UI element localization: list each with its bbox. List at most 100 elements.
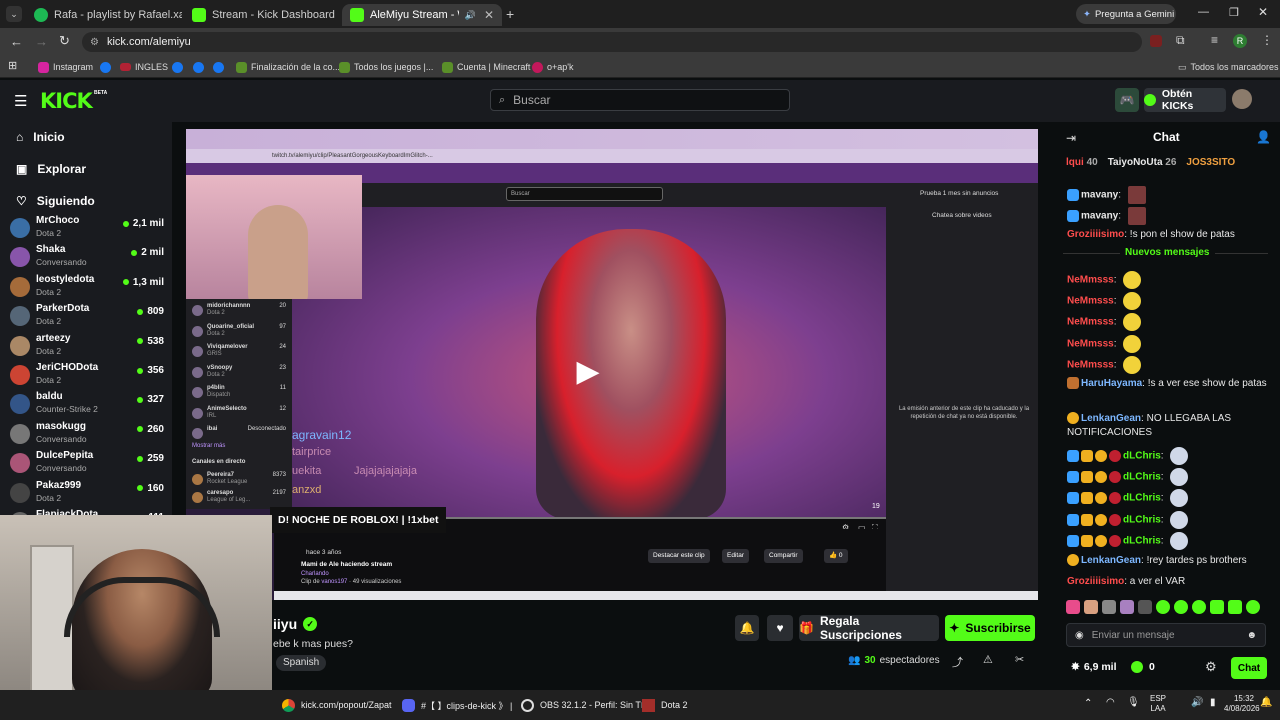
emote-icon[interactable] — [1120, 600, 1134, 614]
apps-icon[interactable]: ⊞ — [8, 59, 17, 72]
menu-icon[interactable]: ⋮ — [1261, 33, 1273, 47]
new-tab-button[interactable]: + — [506, 6, 514, 22]
forward-icon[interactable]: → — [35, 34, 48, 49]
share-icon[interactable]: ⤴ — [952, 654, 963, 670]
bookmark-oapk[interactable]: o+ap'k — [532, 58, 574, 76]
chat-message[interactable]: Groziiiisimo: !s pon el show de patas — [1067, 228, 1272, 242]
bookmark-instagram[interactable]: Instagram — [38, 58, 93, 76]
edit-clip-button[interactable]: Editar — [722, 549, 749, 563]
chat-message[interactable]: NeMmsss: — [1067, 292, 1272, 310]
gift-icon-button[interactable]: 🎮 — [1115, 88, 1139, 112]
bookmark-ingles[interactable]: INGLES — [120, 58, 168, 76]
tab-spotify[interactable]: Rafa - playlist by Rafael.xared | ✕ — [26, 4, 182, 26]
emote-icon[interactable] — [1102, 600, 1116, 614]
address-bar[interactable]: ⚙ kick.com/alemiyu — [82, 32, 1142, 52]
bookmark-juegos[interactable]: Todos los juegos |... — [339, 58, 433, 76]
chat-username[interactable]: LenkanGean — [1081, 413, 1141, 424]
menu-icon[interactable]: ☰ — [14, 92, 27, 110]
nav-siguiendo[interactable]: ♡ Siguiendo — [16, 191, 95, 211]
facebook-icon[interactable] — [100, 62, 111, 73]
taskbar-chrome[interactable]: kick.com/popout/Zapat — [282, 697, 392, 713]
volume-icon[interactable]: 🔊 — [1191, 697, 1203, 708]
nav-explorar[interactable]: ▣ Explorar — [16, 159, 86, 179]
tab-list-button[interactable]: ⌄ — [6, 6, 22, 22]
collapse-chat-icon[interactable]: ⇥ — [1066, 131, 1076, 145]
profile-avatar[interactable]: R — [1233, 34, 1247, 48]
tab-kick-dashboard[interactable]: Stream - Kick Dashboard ✕ — [184, 4, 340, 26]
kicks-balance[interactable]: ✸ 6,9 mil — [1071, 661, 1117, 673]
chat-settings-icon[interactable]: ⚙ — [1205, 659, 1217, 675]
media-icon[interactable]: ≡ — [1211, 33, 1218, 47]
sidebar-channel[interactable]: baldu Counter-Strike 2 327 — [10, 391, 164, 420]
emote-icon[interactable] — [1084, 600, 1098, 614]
sidebar-channel[interactable]: JeriCHODota Dota 2 356 — [10, 362, 164, 391]
language-tag[interactable]: Spanish — [276, 655, 327, 671]
get-kicks-button[interactable]: Obtén KICKs — [1144, 88, 1226, 112]
gift-subs-button[interactable]: 🎁 Regala Suscripciones — [799, 614, 939, 642]
emote-icon[interactable] — [1138, 600, 1152, 614]
chat-username[interactable]: dLChris — [1123, 451, 1161, 462]
chat-message[interactable]: HaruHayama: !s a ver ese show de patas — [1067, 377, 1272, 391]
reload-icon[interactable]: ↻ — [59, 33, 70, 49]
wifi-icon[interactable]: ◠ — [1106, 697, 1115, 708]
maximize-button[interactable]: ❐ — [1229, 6, 1239, 19]
battery-icon[interactable]: ▮ — [1210, 697, 1216, 708]
chat-message[interactable]: dLChris: — [1067, 511, 1272, 529]
chat-username[interactable]: HaruHayama — [1081, 378, 1142, 389]
emote-icon[interactable] — [1174, 600, 1188, 614]
subscribe-button[interactable]: ✦ Suscribirse — [945, 615, 1035, 641]
emote-icon[interactable] — [1228, 600, 1242, 614]
user-avatar[interactable] — [1232, 89, 1252, 109]
kick-logo[interactable]: KICK — [40, 89, 93, 113]
gifter-1[interactable]: lqui 40 — [1066, 157, 1098, 173]
highlight-clip-button[interactable]: Destacar este clip — [648, 549, 710, 563]
facebook-icon[interactable] — [213, 62, 224, 73]
emote-icon[interactable] — [1192, 600, 1206, 614]
notifications-button[interactable]: 🔔 — [735, 615, 759, 641]
chat-username[interactable]: dLChris — [1123, 472, 1161, 483]
chat-message[interactable]: dLChris: — [1067, 489, 1272, 507]
like-button[interactable]: 👍 0 — [824, 549, 848, 563]
sidebar-channel[interactable]: MrChoco Dota 2 2,1 mil — [10, 215, 164, 244]
play-icon[interactable]: ▶ — [570, 351, 606, 391]
chat-username[interactable]: NeMmsss — [1067, 360, 1114, 371]
chat-message[interactable]: NeMmsss: — [1067, 335, 1272, 353]
facebook-icon[interactable] — [193, 62, 204, 73]
chat-username[interactable]: dLChris — [1123, 493, 1161, 504]
users-icon[interactable]: 👤 — [1256, 130, 1271, 144]
emote-icon[interactable] — [1210, 600, 1224, 614]
clip-author[interactable]: vanos197 — [321, 579, 347, 585]
back-icon[interactable]: ← — [10, 34, 23, 49]
chat-message[interactable]: LenkanGean: NO LLEGABA LAS NOTIFICACIONE… — [1067, 412, 1272, 440]
chat-username[interactable]: NeMmsss — [1067, 275, 1114, 286]
chat-username[interactable]: dLChris — [1123, 536, 1161, 547]
emote-icon[interactable] — [1156, 600, 1170, 614]
emote-icon[interactable] — [1246, 600, 1260, 614]
chat-username[interactable]: NeMmsss — [1067, 296, 1114, 307]
channel-name[interactable]: iiyu ✓ — [273, 616, 318, 632]
all-bookmarks[interactable]: ▭ Todos los marcadores — [1178, 58, 1279, 76]
puzzle-icon[interactable]: ⧉ — [1176, 33, 1185, 48]
sidebar-channel[interactable]: Pakaz999 Dota 2 160 — [10, 480, 164, 509]
tray-chevron-icon[interactable]: ⌃ — [1084, 698, 1092, 709]
chat-message[interactable]: dLChris: — [1067, 532, 1272, 550]
sidebar-channel[interactable]: ParkerDota Dota 2 809 — [10, 303, 164, 332]
chat-message[interactable]: LenkanGean: !rey tardes ps brothers — [1067, 554, 1272, 568]
tab-alemiyu[interactable]: AleMiyu Stream - Watch Live 🔊 ✕ — [342, 4, 502, 26]
chat-message-input[interactable]: ◉ Enviar un mensaje ☻ — [1066, 623, 1266, 647]
taskbar-discord[interactable]: #【 】clips-de-kick 》 | — [402, 697, 512, 713]
chat-message[interactable]: NeMmsss: — [1067, 356, 1272, 374]
gemini-button[interactable]: ✦ Pregunta a Gemini — [1076, 4, 1176, 24]
chat-username[interactable]: NeMmsss — [1067, 339, 1114, 350]
sidebar-channel[interactable]: Shaka Conversando 2 mil — [10, 244, 164, 273]
chat-message[interactable]: dLChris: — [1067, 468, 1272, 486]
chat-username[interactable]: mavany — [1081, 190, 1118, 201]
points-balance[interactable]: 0 — [1131, 661, 1155, 673]
chat-message[interactable]: mavany: — [1067, 186, 1272, 204]
clock[interactable]: 15:32 4/08/2026 — [1224, 694, 1260, 714]
sidebar-channel[interactable]: leostyledota Dota 2 1,3 mil — [10, 274, 164, 303]
clip-icon[interactable]: ✂ — [1015, 653, 1024, 666]
badge-icon[interactable]: ◉ — [1075, 630, 1084, 641]
chat-message[interactable]: NeMmsss: — [1067, 271, 1272, 289]
chat-username[interactable]: LenkanGean — [1081, 555, 1141, 566]
